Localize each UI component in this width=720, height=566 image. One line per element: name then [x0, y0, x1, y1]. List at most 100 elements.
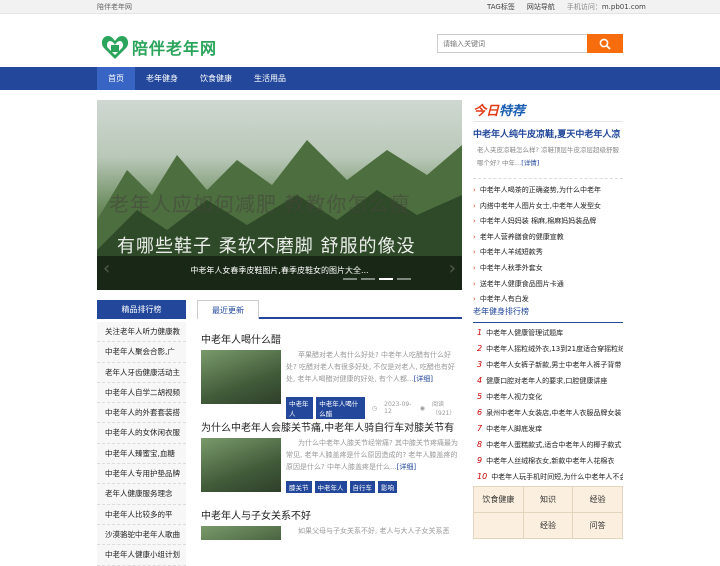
- list-item[interactable]: 中老年人臻蜜宝,血糖: [97, 444, 186, 465]
- banner-dot-active[interactable]: [379, 278, 393, 280]
- list-item[interactable]: 中老年人聚会合影,广: [97, 342, 186, 363]
- category-cell[interactable]: 问答: [573, 513, 623, 539]
- nav-fitness[interactable]: 老年健身: [135, 67, 189, 90]
- nav-home[interactable]: 首页: [97, 67, 135, 90]
- list-item[interactable]: 内搭中老年人图片女士,中老年人发型女: [473, 199, 623, 215]
- list-item[interactable]: 中老年人的外套套装搭: [97, 403, 186, 424]
- article-excerpt: 苹果醋对老人有什么好处? 中老年人吃醋有什么好处? 吃醋对老人有很多好处, 不仅…: [286, 351, 455, 383]
- category-cell[interactable]: 知识: [523, 487, 574, 513]
- article-tags: 膝关节 中老年人 自行车 影响: [286, 481, 397, 493]
- article-detail-link[interactable]: [详细]: [397, 463, 416, 471]
- rank-item[interactable]: 4 健康口腔对老年人的要求,口腔健康讲座: [473, 373, 623, 389]
- article-title[interactable]: 为什么中老年人会膝关节痛,中老年人骑自行车对膝关节有: [201, 419, 461, 434]
- list-item[interactable]: 中老年人自学二胡视频: [97, 383, 186, 404]
- rank-item[interactable]: 2 中老年人摇粒绒外衣,13到21度适合穿摇粒绒: [473, 341, 623, 357]
- today-list: 中老年人喝茶的正确姿势,为什么中老年 内搭中老年人图片女士,中老年人发型女 中老…: [473, 178, 623, 308]
- article-tags: 中老年人 中老年人喝什么醋 ◷ 2023-09-12 ◉ 阅读（921）: [286, 397, 461, 419]
- list-item[interactable]: 老年人健康服务理念: [97, 484, 186, 505]
- logo-text: 陪伴老年网: [132, 39, 218, 58]
- mobile-access[interactable]: 手机访问：m.pb01.com: [567, 2, 646, 12]
- clock-icon: ◷: [371, 404, 378, 412]
- category-cell[interactable]: 经验: [523, 513, 574, 539]
- tag-badge[interactable]: 中老年人喝什么醋: [316, 397, 365, 419]
- rank-item[interactable]: 1 中老年人健康管理试题库: [473, 325, 623, 341]
- list-item[interactable]: 中老年人秋季外套女: [473, 261, 623, 277]
- article-thumbnail[interactable]: [201, 438, 281, 492]
- tag-link[interactable]: TAG标签: [487, 2, 515, 12]
- main-nav: 首页 老年健身 饮食健康 生活用品: [0, 67, 720, 90]
- article-excerpt: 如果父母与子女关系不好, 老人与大人子女关系恶: [298, 527, 450, 535]
- article-excerpt: 为什么中老年人膝关节经常痛? 其中膝关节疼痛最为常见, 老年人膝盖疼是什么原因造…: [286, 439, 458, 471]
- list-item[interactable]: 中老年人的女休闲衣服: [97, 423, 186, 444]
- article-title[interactable]: 中老年人喝什么醋: [201, 331, 461, 346]
- category-grid: 饮食健康 知识 经验 经验 问答: [473, 486, 623, 539]
- rank-item[interactable]: 7 中老年人脚底发痒: [473, 421, 623, 437]
- list-item[interactable]: 中老年人健康小组计划: [97, 545, 186, 566]
- banner-overlay-subtitle: 有哪些鞋子 柔软不磨脚 舒服的像没: [117, 236, 416, 257]
- eye-icon: ◉: [419, 404, 425, 412]
- list-item[interactable]: 中老年人羊绒短款秀: [473, 245, 623, 261]
- tag-badge[interactable]: 中老年人: [286, 397, 314, 419]
- article-item: 中老年人喝什么醋 苹果醋对老人有什么好处? 中老年人吃醋有什么好处? 吃醋对老人…: [201, 331, 461, 419]
- site-nav-link[interactable]: 网站导航: [527, 2, 555, 12]
- search-icon: [599, 38, 611, 50]
- tag-badge[interactable]: 自行车: [349, 481, 375, 493]
- rank-list: 1 中老年人健康管理试题库 2 中老年人摇粒绒外衣,13到21度适合穿摇粒绒 3 中老…: [473, 325, 623, 485]
- banner-overlay-title: 老年人应如何减肥 教教你怎么瘦: [109, 192, 411, 216]
- tag-badge[interactable]: 影响: [378, 481, 397, 493]
- rank-item[interactable]: 5 中老年人视力变化: [473, 389, 623, 405]
- article-title[interactable]: 中老年人与子女关系不好: [201, 507, 461, 522]
- header: 陪伴老年网: [0, 14, 720, 67]
- article-views: 阅读（921）: [431, 401, 456, 417]
- latest-tabbar: 最近更新: [197, 300, 462, 319]
- article-item: 中老年人与子女关系不好 如果父母与子女关系不好, 老人与大人子女关系恶: [201, 507, 461, 540]
- article-detail-link[interactable]: [详细]: [414, 375, 433, 383]
- banner-caption[interactable]: 中老年人女春季皮鞋图片,春季皮鞋女的图片大全...: [97, 256, 462, 290]
- search-input[interactable]: [437, 34, 587, 53]
- banner-dot[interactable]: [397, 278, 411, 280]
- banner-dots: [343, 278, 411, 280]
- today-desc: 老人夹皮凉鞋怎么样? 凉鞋顶层牛皮凉层超级舒服哪个好? 中年...[详情]: [477, 146, 620, 167]
- rank-item[interactable]: 8 中老年人蛋糕款式,适合中老年人的椰子款式: [473, 437, 623, 453]
- heart-hands-icon: [100, 32, 130, 62]
- list-item[interactable]: 关注老年人听力健康教: [97, 322, 186, 343]
- article-thumbnail[interactable]: [201, 526, 281, 540]
- tab-latest[interactable]: 最近更新: [197, 300, 259, 319]
- list-item[interactable]: 中老年人比较多的平: [97, 505, 186, 525]
- rank-item[interactable]: 3 中老年人女裤子新款,男士中老年人裤子背带: [473, 357, 623, 373]
- tag-badge[interactable]: 中老年人: [314, 481, 347, 493]
- search-box: [437, 34, 623, 53]
- category-cell[interactable]: 饮食健康: [474, 487, 524, 513]
- list-item[interactable]: 送老年人健康食品图片卡通: [473, 277, 623, 293]
- rank-title: 老年健身排行榜: [473, 306, 623, 323]
- today-title: 今日特荐: [473, 100, 623, 122]
- nav-goods[interactable]: 生活用品: [243, 67, 297, 90]
- list-item[interactable]: 老年人营养膳食的健康宣教: [473, 230, 623, 246]
- category-cell[interactable]: [474, 513, 524, 539]
- article-thumbnail[interactable]: [201, 350, 281, 404]
- banner-dot[interactable]: [361, 278, 375, 280]
- list-item[interactable]: 中老年人妈妈装 棉麻,棉麻妈妈装品牌: [473, 214, 623, 230]
- list-item[interactable]: 沙漠骆驼中老年人歌曲: [97, 525, 186, 546]
- tag-badge[interactable]: 膝关节: [286, 481, 312, 493]
- side-rank-list: 关注老年人听力健康教 中老年人聚会合影,广 老年人牙齿健康活动主 中老年人自学二…: [97, 322, 186, 566]
- search-button[interactable]: [587, 34, 623, 53]
- banner-slider[interactable]: 老年人应如何减肥 教教你怎么瘦 有哪些鞋子 柔软不磨脚 舒服的像没 ‹ › 中老…: [97, 100, 462, 290]
- top-site-name: 陪伴老年网: [97, 3, 132, 11]
- rank-item[interactable]: 10 中老年人玩手机时间短,为什么中老年人不会: [473, 469, 623, 485]
- category-cell[interactable]: 经验: [573, 487, 623, 513]
- side-rank-title: 精品排行榜: [97, 300, 186, 319]
- rank-item[interactable]: 9 中老年人丝绒棉衣女,新款中老年人花棉衣: [473, 453, 623, 469]
- today-detail-link[interactable]: [详情]: [521, 159, 539, 167]
- banner-dot[interactable]: [343, 278, 357, 280]
- today-headline[interactable]: 中老年人纯牛皮凉鞋,夏天中老年人凉: [473, 127, 623, 140]
- list-item[interactable]: 中老年人专用护垫品牌: [97, 464, 186, 485]
- nav-diet[interactable]: 饮食健康: [189, 67, 243, 90]
- list-item[interactable]: 老年人牙齿健康活动主: [97, 363, 186, 383]
- article-date: 2023-09-12: [384, 401, 412, 415]
- article-item: 为什么中老年人会膝关节痛,中老年人骑自行车对膝关节有 为什么中老年人膝关节经常痛…: [201, 419, 461, 499]
- list-item[interactable]: 中老年人喝茶的正确姿势,为什么中老年: [473, 183, 623, 199]
- site-logo[interactable]: 陪伴老年网: [100, 32, 217, 62]
- today-featured: 今日特荐 中老年人纯牛皮凉鞋,夏天中老年人凉 老人夹皮凉鞋怎么样? 凉鞋顶层牛皮…: [473, 100, 623, 308]
- rank-item[interactable]: 6 泉州中老年人女装店,中老年人衣服品牌女装: [473, 405, 623, 421]
